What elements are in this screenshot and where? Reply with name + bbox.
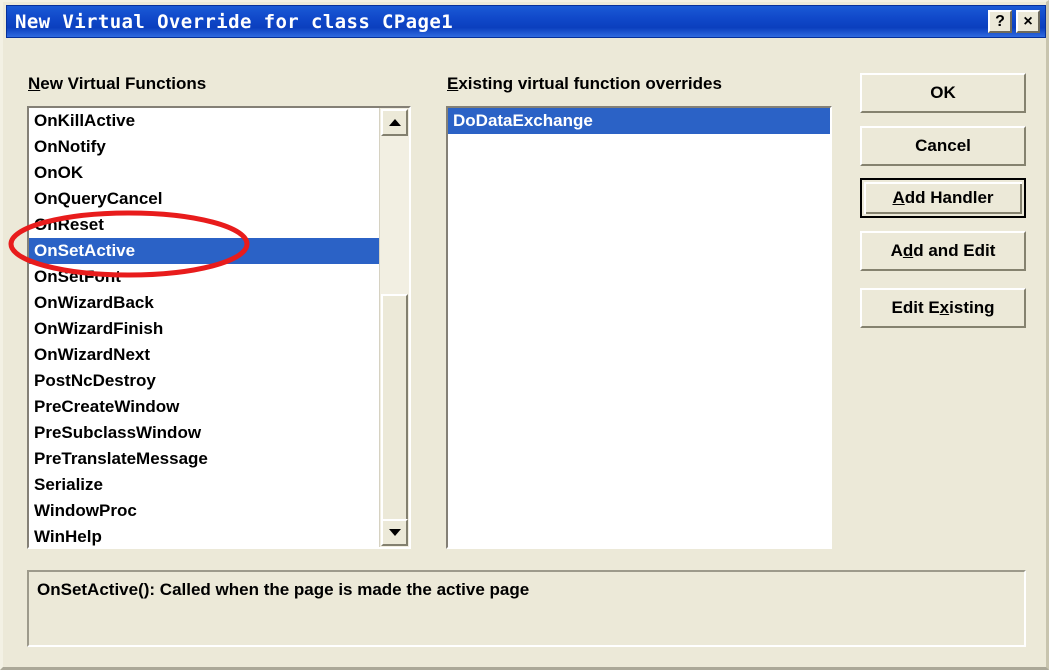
new-virtual-function-item[interactable]: OnOK [29,160,379,186]
new-virtual-function-item[interactable]: OnNotify [29,134,379,160]
new-virtual-functions-label-rest: ew Virtual Functions [40,74,207,93]
add-and-edit-button[interactable]: Add and Edit [860,231,1026,271]
new-virtual-function-item[interactable]: WinHelp [29,524,379,547]
add-and-edit-button-label-pre: A [890,241,903,260]
scrollbar-thumb[interactable] [381,294,408,524]
new-virtual-function-item[interactable]: OnKillActive [29,108,379,134]
help-icon[interactable]: ? [988,10,1012,33]
new-virtual-functions-label: New Virtual Functions [28,74,206,94]
scroll-down-icon[interactable] [381,519,408,546]
add-handler-button-label-post: dd Handler [904,188,994,207]
new-virtual-functions-listbox[interactable]: OnKillActive OnNotify OnOK OnQueryCancel OnR… [27,106,411,549]
cancel-button[interactable]: Cancel [860,126,1026,166]
ok-button[interactable]: OK [860,73,1026,113]
scroll-up-icon[interactable] [381,109,408,136]
new-virtual-functions-list[interactable]: OnKillActive OnNotify OnOK OnQueryCancel OnR… [29,108,379,547]
add-handler-button-accel: A [892,188,905,207]
triangle-down-icon [388,529,401,536]
new-virtual-function-item[interactable]: OnWizardNext [29,342,379,368]
new-virtual-functions-scrollbar[interactable] [379,108,409,547]
new-virtual-function-item[interactable]: OnQueryCancel [29,186,379,212]
new-virtual-function-item[interactable]: WindowProc [29,498,379,524]
title-bar-buttons: ? × [988,10,1040,33]
triangle-up-icon [388,119,401,126]
add-and-edit-button-label-post: d and Edit [913,241,996,260]
new-virtual-function-item[interactable]: PreTranslateMessage [29,446,379,472]
existing-overrides-label-rest: xisting virtual function overrides [458,74,722,93]
new-virtual-function-item[interactable]: OnWizardFinish [29,316,379,342]
existing-overrides-listbox[interactable]: DoDataExchange [446,106,832,549]
existing-overrides-list[interactable]: DoDataExchange [448,108,830,547]
existing-override-item[interactable]: DoDataExchange [448,108,830,134]
edit-existing-button-label-post: isting [949,298,995,317]
cancel-button-label-pre: Cancel [915,136,971,155]
edit-existing-button-label-pre: Edit E [891,298,940,317]
existing-overrides-label: Existing virtual function overrides [447,74,722,94]
existing-overrides-label-accel: E [447,74,459,93]
new-virtual-function-item[interactable]: OnSetActive [29,238,379,264]
edit-existing-button-accel: x [939,298,950,317]
add-and-edit-button-accel: d [902,241,914,260]
new-virtual-function-item[interactable]: PreCreateWindow [29,394,379,420]
window-title: New Virtual Override for class CPage1 [15,10,454,33]
ok-button-label-pre: OK [930,83,956,102]
new-virtual-function-item[interactable]: PostNcDestroy [29,368,379,394]
add-handler-button[interactable]: Add Handler [860,178,1026,218]
new-virtual-function-item[interactable]: OnWizardBack [29,290,379,316]
title-bar: New Virtual Override for class CPage1 ? … [6,5,1046,38]
new-virtual-function-item[interactable]: PreSubclassWindow [29,420,379,446]
description-text: OnSetActive(): Called when the page is m… [37,580,530,599]
close-icon[interactable]: × [1016,10,1040,33]
new-virtual-function-item[interactable]: Serialize [29,472,379,498]
new-virtual-function-item[interactable]: OnSetFont [29,264,379,290]
new-virtual-functions-label-accel: N [28,74,41,93]
new-virtual-override-dialog: New Virtual Override for class CPage1 ? … [0,0,1049,670]
edit-existing-button[interactable]: Edit Ex isting [860,288,1026,328]
new-virtual-function-item[interactable]: OnReset [29,212,379,238]
